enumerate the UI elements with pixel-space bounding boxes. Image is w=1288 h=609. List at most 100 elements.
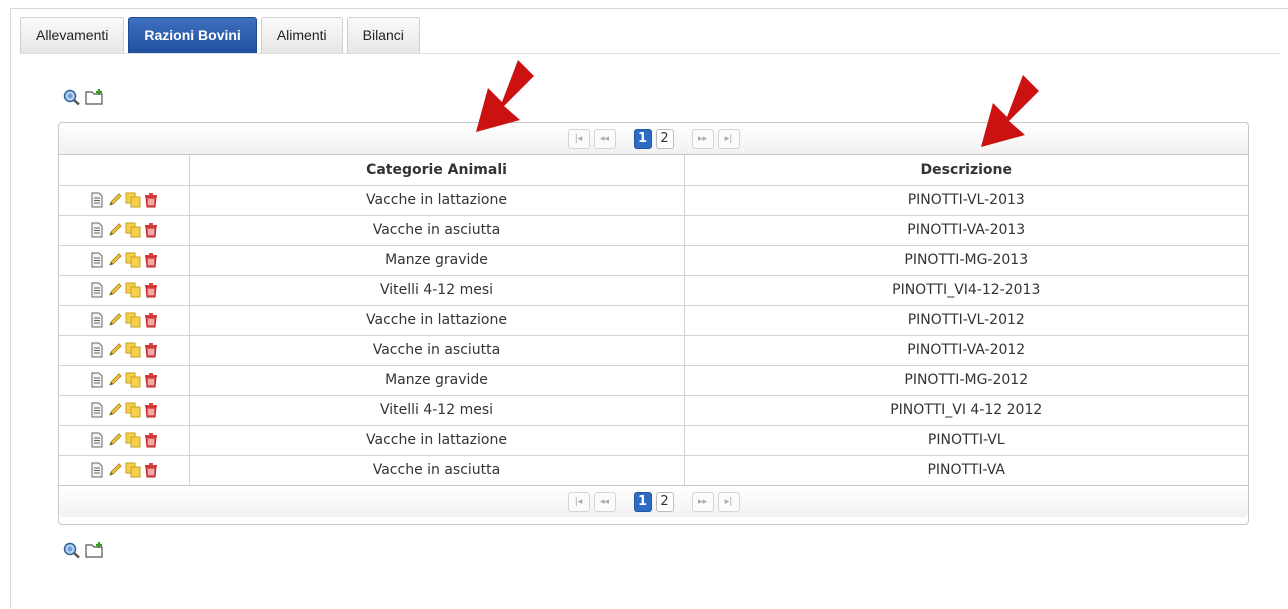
next-page-button[interactable]: ▸▸ (691, 128, 714, 149)
row-actions-cell (59, 334, 190, 366)
descrizione-header[interactable]: Descrizione (683, 155, 1248, 186)
edit-pencil-icon[interactable] (107, 432, 123, 448)
copy-icon[interactable] (125, 372, 141, 388)
table-row[interactable]: Vacche in asciutta PINOTTI-VA-2012 (59, 334, 1248, 366)
edit-pencil-icon[interactable] (107, 402, 123, 418)
page-1-button[interactable]: 1 (633, 491, 652, 512)
tab-alimenti[interactable]: Alimenti (260, 17, 343, 53)
tab-bar: Allevamenti Razioni Bovini Alimenti Bila… (20, 17, 420, 54)
view-document-icon[interactable] (89, 372, 105, 388)
last-page-button[interactable]: ▸| (717, 128, 740, 149)
view-document-icon[interactable] (89, 432, 105, 448)
categoria-cell: Manze gravide (188, 244, 685, 276)
categoria-cell: Vacche in asciutta (188, 454, 685, 485)
delete-trash-icon[interactable] (143, 192, 159, 208)
row-actions-cell (59, 184, 190, 216)
delete-trash-icon[interactable] (143, 342, 159, 358)
row-actions-cell (59, 424, 190, 456)
search-icon[interactable] (62, 88, 82, 106)
tab-bilanci[interactable]: Bilanci (346, 17, 420, 53)
page-2-button[interactable]: 2 (655, 491, 674, 512)
next-page-button[interactable]: ▸▸ (691, 491, 714, 512)
pager-bottom: |◂ ◂◂ 1 2 ▸▸ ▸| (59, 485, 1248, 517)
red-arrow-icon (476, 60, 534, 132)
new-folder-icon[interactable] (85, 88, 105, 106)
categoria-cell: Vacche in asciutta (188, 214, 685, 246)
delete-trash-icon[interactable] (143, 432, 159, 448)
edit-pencil-icon[interactable] (107, 252, 123, 268)
edit-pencil-icon[interactable] (107, 462, 123, 478)
descrizione-cell: PINOTTI-VL-2013 (683, 184, 1248, 216)
table-header-row: Categorie Animali Descrizione (59, 155, 1248, 186)
table-row[interactable]: Vacche in asciutta PINOTTI-VA-2013 (59, 214, 1248, 246)
rations-table: Categorie Animali Descrizione Vacche in … (59, 155, 1248, 485)
row-actions-cell (59, 214, 190, 246)
tab-allevamenti[interactable]: Allevamenti (20, 17, 125, 53)
row-actions-cell (59, 304, 190, 336)
delete-trash-icon[interactable] (143, 282, 159, 298)
copy-icon[interactable] (125, 432, 141, 448)
search-icon[interactable] (62, 541, 82, 559)
edit-pencil-icon[interactable] (107, 282, 123, 298)
page-1-button[interactable]: 1 (633, 128, 652, 149)
table-row[interactable]: Vitelli 4-12 mesi PINOTTI_VI 4-12 2012 (59, 394, 1248, 426)
view-document-icon[interactable] (89, 282, 105, 298)
table-row[interactable]: Vitelli 4-12 mesi PINOTTI_VI4-12-2013 (59, 274, 1248, 306)
delete-trash-icon[interactable] (143, 372, 159, 388)
copy-icon[interactable] (125, 342, 141, 358)
view-document-icon[interactable] (89, 462, 105, 478)
copy-icon[interactable] (125, 222, 141, 238)
red-arrow-icon (981, 75, 1039, 147)
copy-icon[interactable] (125, 462, 141, 478)
descrizione-cell: PINOTTI-VL (683, 424, 1248, 456)
descrizione-cell: PINOTTI-VL-2012 (683, 304, 1248, 336)
descrizione-cell: PINOTTI_VI4-12-2013 (683, 274, 1248, 306)
row-actions-cell (59, 244, 190, 276)
categoria-cell: Manze gravide (188, 364, 685, 396)
last-page-button[interactable]: ▸| (717, 491, 740, 512)
edit-pencil-icon[interactable] (107, 222, 123, 238)
tab-razioni-bovini[interactable]: Razioni Bovini (128, 17, 257, 53)
delete-trash-icon[interactable] (143, 462, 159, 478)
copy-icon[interactable] (125, 252, 141, 268)
copy-icon[interactable] (125, 282, 141, 298)
view-document-icon[interactable] (89, 402, 105, 418)
view-document-icon[interactable] (89, 342, 105, 358)
delete-trash-icon[interactable] (143, 402, 159, 418)
copy-icon[interactable] (125, 192, 141, 208)
table-row[interactable]: Vacche in lattazione PINOTTI-VL-2013 (59, 184, 1248, 216)
delete-trash-icon[interactable] (143, 312, 159, 328)
categoria-cell: Vitelli 4-12 mesi (188, 274, 685, 306)
table-row[interactable]: Manze gravide PINOTTI-MG-2012 (59, 364, 1248, 396)
copy-icon[interactable] (125, 402, 141, 418)
edit-pencil-icon[interactable] (107, 372, 123, 388)
descrizione-cell: PINOTTI-MG-2013 (683, 244, 1248, 276)
edit-pencil-icon[interactable] (107, 312, 123, 328)
prev-page-button[interactable]: ◂◂ (593, 128, 616, 149)
new-folder-icon[interactable] (85, 541, 105, 559)
view-document-icon[interactable] (89, 312, 105, 328)
categorie-animali-header[interactable]: Categorie Animali (188, 155, 685, 186)
first-page-button[interactable]: |◂ (567, 128, 590, 149)
first-page-button[interactable]: |◂ (567, 491, 590, 512)
delete-trash-icon[interactable] (143, 222, 159, 238)
table-row[interactable]: Manze gravide PINOTTI-MG-2013 (59, 244, 1248, 276)
prev-page-button[interactable]: ◂◂ (593, 491, 616, 512)
table-row[interactable]: Vacche in asciutta PINOTTI-VA (59, 454, 1248, 485)
edit-pencil-icon[interactable] (107, 192, 123, 208)
descrizione-cell: PINOTTI-MG-2012 (683, 364, 1248, 396)
categoria-cell: Vacche in lattazione (188, 304, 685, 336)
top-toolbar (62, 88, 105, 106)
copy-icon[interactable] (125, 312, 141, 328)
rations-grid: |◂ ◂◂ 1 2 ▸▸ ▸| Categorie Animali Descri… (58, 122, 1249, 525)
delete-trash-icon[interactable] (143, 252, 159, 268)
categoria-cell: Vacche in asciutta (188, 334, 685, 366)
edit-pencil-icon[interactable] (107, 342, 123, 358)
view-document-icon[interactable] (89, 222, 105, 238)
page-2-button[interactable]: 2 (655, 128, 674, 149)
view-document-icon[interactable] (89, 252, 105, 268)
table-row[interactable]: Vacche in lattazione PINOTTI-VL (59, 424, 1248, 456)
table-row[interactable]: Vacche in lattazione PINOTTI-VL-2012 (59, 304, 1248, 336)
view-document-icon[interactable] (89, 192, 105, 208)
categoria-cell: Vacche in lattazione (188, 184, 685, 216)
